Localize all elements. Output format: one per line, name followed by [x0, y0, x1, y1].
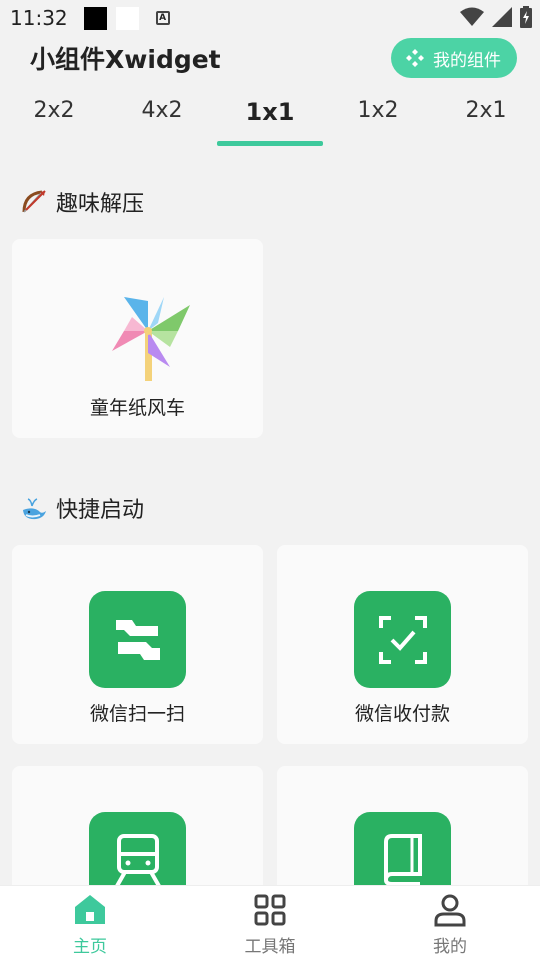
tab-1x1[interactable]: 1x1 [216, 88, 324, 146]
widget-card-train[interactable] [12, 766, 263, 887]
section-title-fun: 趣味解压 [20, 186, 144, 218]
signal-icon [492, 7, 512, 27]
tab-1x2[interactable]: 1x2 [324, 88, 432, 146]
widget-label: 微信收付款 [354, 703, 450, 725]
section-title-shortcuts: 快捷启动 [20, 492, 144, 524]
user-icon [434, 894, 466, 927]
widgets-icon [406, 49, 424, 67]
widget-label: 童年纸风车 [89, 397, 185, 419]
wifi-icon [460, 7, 484, 26]
tab-2x1[interactable]: 2x1 [432, 88, 540, 146]
section-title-label: 快捷启动 [56, 498, 145, 523]
status-indicators [460, 6, 532, 28]
widget-card-wechat-pay[interactable]: 微信收付款 [277, 545, 528, 744]
widget-card-book[interactable] [277, 766, 528, 886]
nav-item-profile[interactable]: 我的 [360, 886, 540, 960]
keyboard-a-icon: A [155, 11, 170, 25]
bow-and-arrow-icon [22, 190, 46, 213]
nav-item-toolbox[interactable]: 工具箱 [180, 886, 360, 960]
status-bar: 11:32 A [0, 0, 540, 36]
train-icon [114, 833, 161, 887]
widget-label: 微信扫一扫 [89, 703, 185, 725]
whale-icon [23, 498, 46, 520]
widget-card-pinwheel[interactable]: 童年纸风车 [12, 239, 263, 438]
app-header: 小组件Xwidget 我的组件 [0, 36, 540, 80]
app-icon-box [89, 812, 186, 887]
app-icon-box [354, 812, 451, 886]
battery-icon [520, 6, 532, 28]
nav-label: 工具箱 [244, 937, 296, 957]
payment-scan-icon [378, 615, 427, 664]
notification-square-icon [115, 6, 139, 30]
notification-square-icon [83, 6, 107, 30]
book-icon [383, 833, 422, 886]
tab-2x2[interactable]: 2x2 [0, 88, 108, 146]
home-icon [75, 895, 105, 924]
nav-label: 主页 [73, 937, 107, 957]
section-title-label: 趣味解压 [56, 192, 145, 217]
nav-label: 我的 [433, 937, 467, 957]
app-icon-box [354, 591, 451, 688]
status-time: 11:32 [10, 6, 68, 30]
app-icon-box [89, 591, 186, 688]
my-widgets-button[interactable]: 我的组件 [391, 38, 517, 78]
bottom-navigation: 主页 工具箱 我的 [0, 885, 540, 960]
size-tabs: 2x2 4x2 1x1 1x2 2x1 [0, 88, 540, 146]
app-title: 小组件Xwidget [30, 45, 221, 74]
nav-item-home[interactable]: 主页 [0, 886, 180, 960]
scan-icon [115, 619, 160, 660]
tab-4x2[interactable]: 4x2 [108, 88, 216, 146]
widget-card-wechat-scan[interactable]: 微信扫一扫 [12, 545, 263, 744]
grid-icon [254, 894, 286, 926]
pinwheel-icon [112, 297, 190, 381]
my-widgets-label: 我的组件 [433, 50, 501, 71]
